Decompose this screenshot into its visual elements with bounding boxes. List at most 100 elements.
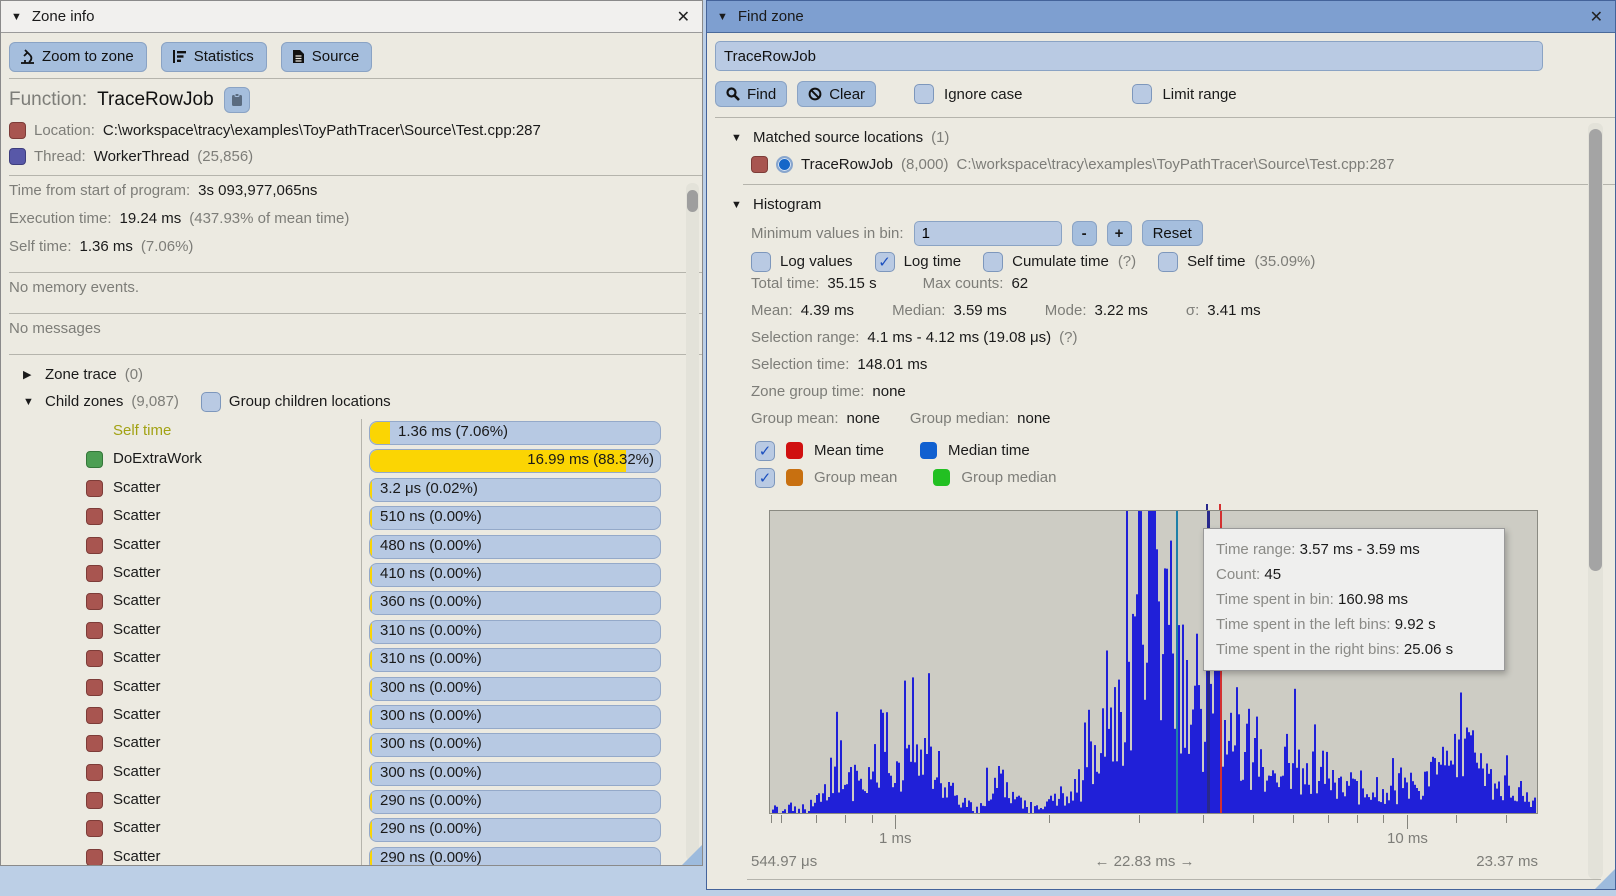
zoom-to-zone-label: Zoom to zone [42, 48, 134, 65]
zone-info-scrollbar-thumb[interactable] [687, 190, 698, 212]
limit-range-label: Limit range [1162, 85, 1237, 103]
increment-button[interactable]: + [1106, 220, 1132, 246]
median-time-swatch [920, 442, 938, 459]
source-button[interactable]: Source [280, 42, 373, 72]
thread-label: Thread: [34, 147, 86, 165]
collapse-arrow-icon[interactable]: ▼ [11, 11, 22, 23]
child-zone-time-bar[interactable]: 480 ns (0.00%) [369, 534, 661, 559]
cumulate-time-checkbox[interactable] [983, 251, 1004, 272]
child-zone-time-bar[interactable]: 290 ns (0.00%) [369, 818, 661, 843]
copy-to-clipboard-button[interactable] [223, 87, 250, 113]
child-zone-name: Scatter [113, 649, 161, 667]
child-zone-time-bar[interactable]: 1.36 ms (7.06%) [369, 421, 661, 445]
child-zone-row[interactable]: Self time 1.36 ms (7.06%) [9, 419, 694, 447]
chevron-down-icon: ▼ [731, 198, 742, 211]
min-values-input[interactable] [913, 220, 1062, 246]
desktop-background: ▼ Zone info ✕ Zoom to zone Statistics So… [0, 0, 1616, 896]
child-zone-row[interactable]: DoExtraWork 16.99 ms (88.32%) [9, 447, 694, 475]
mean-label: Mean: [751, 302, 793, 319]
child-zone-row[interactable]: Scatter 300 ns (0.00%) [9, 731, 694, 759]
location-radio-selected[interactable] [776, 156, 793, 173]
location-row[interactable]: Location: C:\workspace\tracy\examples\To… [9, 117, 694, 143]
median-label: Median: [892, 302, 946, 319]
zone-color-swatch [86, 593, 103, 611]
child-zone-time-bar[interactable]: 290 ns (0.00%) [369, 790, 661, 815]
child-zone-row[interactable]: Scatter 300 ns (0.00%) [9, 703, 694, 731]
child-zone-row[interactable]: Scatter 3.2 μs (0.02%) [9, 476, 694, 504]
zone-trace-header[interactable]: ▶ Zone trace (0) [9, 361, 694, 388]
child-zone-row[interactable]: Scatter 290 ns (0.00%) [9, 788, 694, 816]
child-zone-row[interactable]: Scatter 290 ns (0.00%) [9, 816, 694, 844]
ignore-case-checkbox[interactable] [914, 84, 935, 104]
child-zone-time-bar[interactable]: 300 ns (0.00%) [369, 676, 661, 701]
child-zones-header[interactable]: ▼ Child zones (9,087) Group children loc… [9, 388, 694, 415]
child-zone-time-bar[interactable]: 510 ns (0.00%) [369, 506, 661, 531]
child-zone-row[interactable]: Scatter 290 ns (0.00%) [9, 845, 694, 865]
collapse-arrow-icon[interactable]: ▼ [717, 11, 728, 23]
group-line-checkbox[interactable] [755, 467, 775, 488]
group-children-label: Group children locations [228, 393, 391, 410]
child-zone-row[interactable]: Scatter 310 ns (0.00%) [9, 618, 694, 646]
child-zone-time-bar[interactable]: 310 ns (0.00%) [369, 619, 661, 644]
child-zone-time-bar[interactable]: 300 ns (0.00%) [369, 761, 661, 786]
child-zone-time-bar[interactable]: 300 ns (0.00%) [369, 704, 661, 729]
child-zone-time-bar[interactable]: 410 ns (0.00%) [369, 562, 661, 587]
child-zone-row[interactable]: Scatter 480 ns (0.00%) [9, 533, 694, 561]
limit-range-checkbox[interactable] [1132, 84, 1153, 104]
mean-line-checkbox[interactable] [755, 440, 775, 461]
child-zone-time-bar[interactable]: 300 ns (0.00%) [369, 733, 661, 758]
tooltip-time-range-label: Time range: [1216, 541, 1296, 558]
search-input[interactable] [715, 41, 1543, 71]
close-icon[interactable]: ✕ [675, 7, 692, 27]
find-button[interactable]: Find [715, 81, 788, 107]
child-zone-row[interactable]: Scatter 510 ns (0.00%) [9, 504, 694, 532]
child-zone-time-bar[interactable]: 360 ns (0.00%) [369, 591, 661, 616]
resize-grip[interactable] [1595, 869, 1615, 889]
child-zone-row[interactable]: Scatter 360 ns (0.00%) [9, 589, 694, 617]
self-time-checkbox[interactable] [1158, 251, 1179, 272]
child-zone-name: Scatter [113, 507, 161, 525]
child-zone-time-bar[interactable]: 290 ns (0.00%) [369, 846, 661, 865]
child-zone-value: 310 ns (0.00%) [380, 621, 482, 639]
child-zone-name: Scatter [113, 478, 161, 496]
time-bar-fill [370, 507, 372, 530]
child-zone-time-bar[interactable]: 3.2 μs (0.02%) [369, 477, 661, 502]
child-zone-row[interactable]: Scatter 300 ns (0.00%) [9, 675, 694, 703]
log-time-checkbox[interactable] [874, 251, 895, 272]
statistics-button[interactable]: Statistics [160, 42, 267, 72]
child-zone-row[interactable]: Scatter 300 ns (0.00%) [9, 760, 694, 788]
thread-row[interactable]: Thread: WorkerThread (25,856) [9, 143, 694, 169]
child-zone-row[interactable]: Scatter 410 ns (0.00%) [9, 561, 694, 589]
chevron-right-icon: ▶ [23, 369, 32, 381]
matched-locations-header[interactable]: ▼ Matched source locations (1) [715, 124, 1607, 151]
file-icon [292, 49, 305, 64]
child-zone-row[interactable]: Scatter 310 ns (0.00%) [9, 646, 694, 674]
child-zone-time-bar[interactable]: 16.99 ms (88.32%) [369, 449, 661, 474]
cumulate-help[interactable]: (?) [1118, 253, 1136, 270]
zone-info-scrollbar-track[interactable] [686, 183, 699, 861]
log-values-checkbox[interactable] [751, 251, 771, 272]
zoom-to-zone-button[interactable]: Zoom to zone [9, 42, 147, 72]
tooltip-bin-value: 160.98 ms [1338, 591, 1409, 608]
close-icon[interactable]: ✕ [1588, 7, 1605, 27]
axis-span-label: ← 22.83 ms → [1094, 853, 1195, 870]
child-zone-name: Scatter [113, 620, 161, 638]
group-children-checkbox[interactable] [200, 391, 221, 412]
tooltip-count-value: 45 [1264, 566, 1282, 583]
resize-grip[interactable] [682, 845, 702, 865]
matched-location-row[interactable]: TraceRowJob (8,000) C:\workspace\tracy\e… [715, 151, 1551, 178]
zone-trace-count: (0) [124, 366, 144, 383]
histogram-header[interactable]: ▼ Histogram [715, 191, 1607, 218]
group-median-label: Group median: [909, 410, 1010, 427]
find-zone-scrollbar-thumb[interactable] [1589, 129, 1602, 571]
selection-range-help[interactable]: (?) [1059, 329, 1077, 346]
time-bar-fill [370, 422, 390, 444]
child-zone-time-bar[interactable]: 310 ns (0.00%) [369, 648, 661, 673]
tooltip-right-bins-value: 25.06 s [1403, 641, 1454, 658]
bar-chart-icon [172, 49, 187, 64]
time-from-start-label: Time from start of program: [9, 182, 191, 199]
reset-button[interactable]: Reset [1141, 220, 1203, 246]
clear-button[interactable]: Clear [797, 81, 877, 107]
decrement-button[interactable]: - [1071, 220, 1097, 246]
child-zone-value: 290 ns (0.00%) [380, 792, 482, 810]
